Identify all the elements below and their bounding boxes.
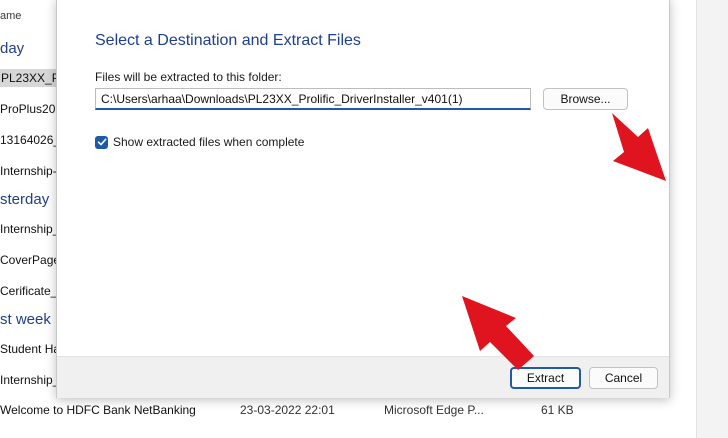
file-item[interactable]: Internship_ <box>0 222 59 236</box>
file-item[interactable]: Student Ha <box>0 342 60 356</box>
show-files-checkbox[interactable] <box>95 135 108 149</box>
destination-path-input[interactable] <box>95 88 531 110</box>
dialog-footer: Extract Cancel <box>57 356 669 398</box>
file-date: 23-03-2022 22:01 <box>240 403 335 417</box>
file-item[interactable]: Internship_ <box>0 373 59 387</box>
group-header-yesterday[interactable]: sterday <box>0 191 49 208</box>
file-type: Microsoft Edge P... <box>384 403 484 417</box>
cancel-button[interactable]: Cancel <box>589 367 658 389</box>
show-files-checkbox-label: Show extracted files when complete <box>113 135 305 149</box>
extract-button[interactable]: Extract <box>510 367 581 389</box>
column-header-name[interactable]: ame <box>0 10 21 22</box>
file-item[interactable]: CoverPage <box>0 253 60 267</box>
explorer-right-edge <box>696 0 728 438</box>
group-header-today[interactable]: day <box>0 40 24 57</box>
file-size: 61 KB <box>541 403 574 417</box>
file-item[interactable]: Internship- <box>0 164 57 178</box>
browse-button[interactable]: Browse... <box>543 88 628 110</box>
extract-dialog: Select a Destination and Extract Files F… <box>56 0 670 398</box>
group-header-last-week[interactable]: st week <box>0 311 51 328</box>
file-item[interactable]: ProPlus202 <box>0 102 62 116</box>
file-item-hdfc[interactable]: Welcome to HDFC Bank NetBanking <box>0 403 196 417</box>
show-files-checkbox-row[interactable]: Show extracted files when complete <box>95 135 304 149</box>
destination-label: Files will be extracted to this folder: <box>95 70 282 84</box>
dialog-title: Select a Destination and Extract Files <box>95 32 361 49</box>
file-item[interactable]: Cerificate_( <box>0 284 61 298</box>
checkmark-icon <box>97 138 106 146</box>
